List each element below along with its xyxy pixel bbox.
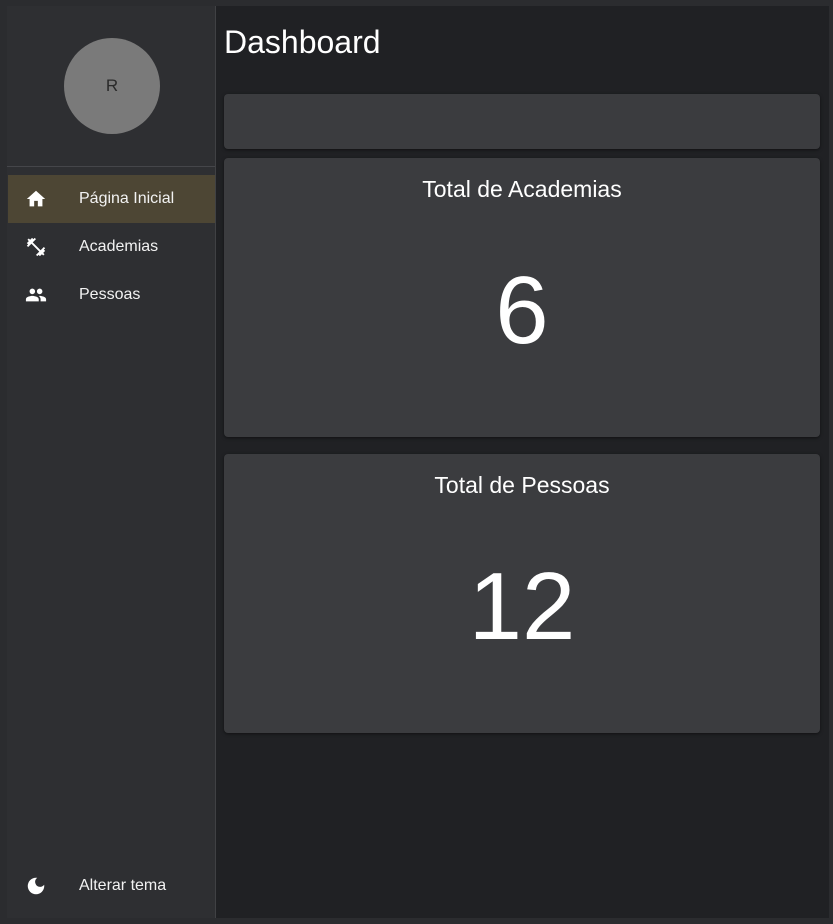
stat-title: Total de Pessoas	[434, 472, 610, 498]
sidebar-item-label: Academias	[79, 238, 159, 255]
sidebar-divider	[7, 166, 215, 167]
sidebar-item-academias[interactable]: Academias	[8, 223, 215, 271]
sidebar: R Página Inicial Academias Pessoas Alter…	[7, 6, 216, 918]
theme-toggle-button[interactable]: Alterar tema	[8, 862, 215, 910]
theme-toggle-label: Alterar tema	[79, 877, 167, 894]
sidebar-item-label: Pessoas	[79, 286, 141, 303]
stat-value: 6	[495, 257, 549, 364]
dumbbell-icon	[24, 235, 48, 259]
pessoas-stat-card: Total de Pessoas 12	[224, 454, 820, 733]
avatar-initial: R	[105, 76, 119, 95]
main-content: Dashboard Total de Academias 6 Total de …	[216, 6, 829, 918]
stat-value: 12	[468, 553, 576, 660]
sidebar-item-pessoas[interactable]: Pessoas	[8, 271, 215, 319]
page-title: Dashboard	[224, 24, 381, 60]
people-icon	[24, 283, 48, 307]
app-frame: R Página Inicial Academias Pessoas Alter…	[7, 6, 829, 918]
sidebar-item-label: Página Inicial	[79, 190, 175, 207]
sidebar-item-pagina-inicial[interactable]: Página Inicial	[8, 175, 215, 223]
app-window: R Página Inicial Academias Pessoas Alter…	[0, 0, 833, 924]
stat-title: Total de Academias	[422, 176, 622, 202]
academias-stat-card: Total de Academias 6	[224, 158, 820, 437]
avatar[interactable]: R	[64, 38, 160, 134]
moon-icon	[24, 874, 48, 898]
empty-card	[224, 94, 820, 149]
home-icon	[24, 187, 48, 211]
